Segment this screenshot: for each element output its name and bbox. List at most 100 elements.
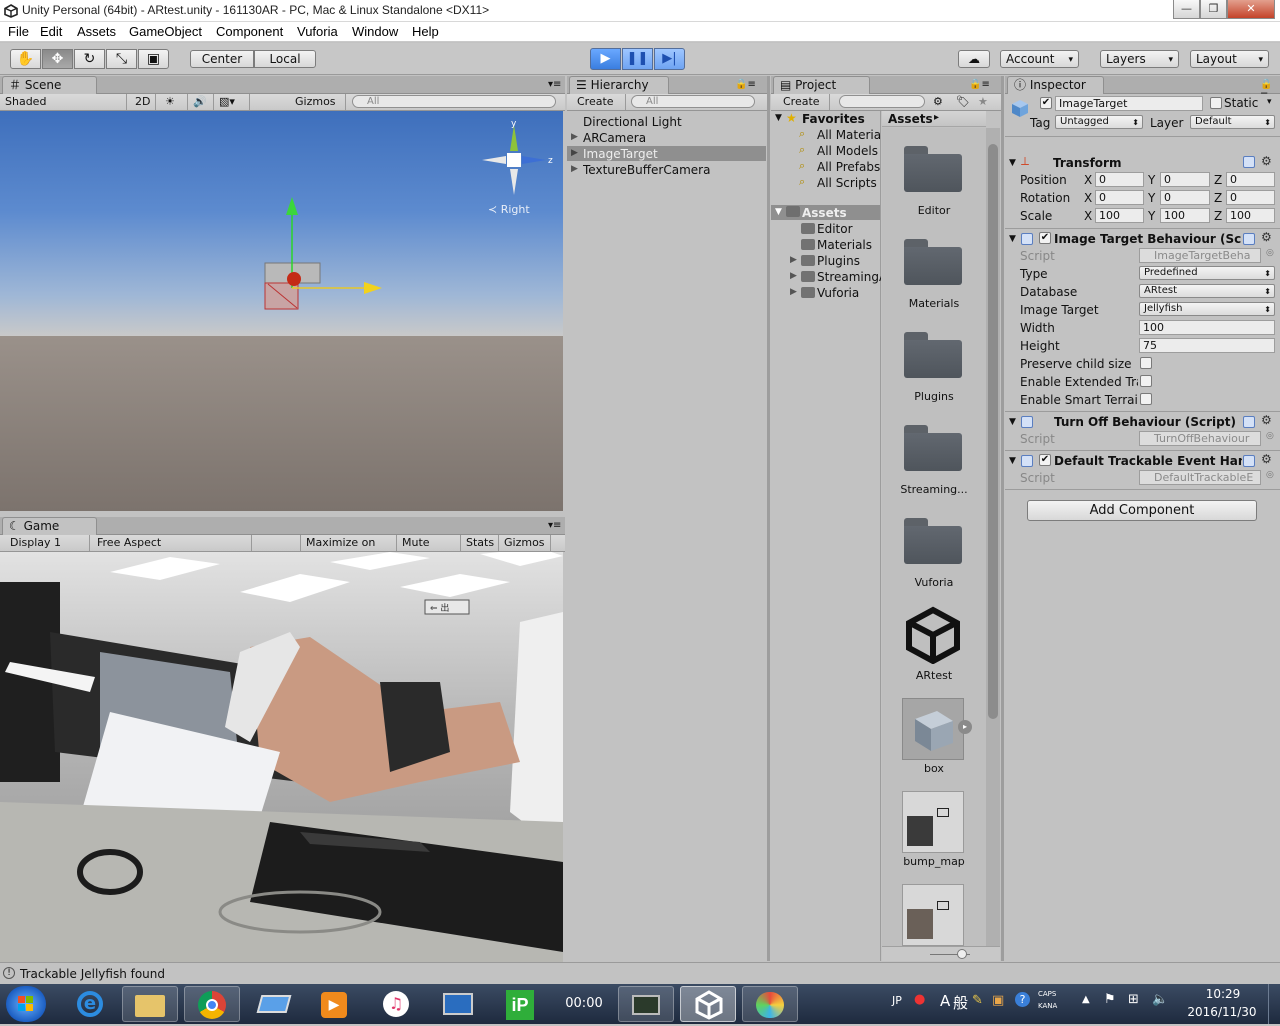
hierarchy-create-dropdown[interactable]: Create [572, 94, 626, 110]
panel-menu-icon[interactable]: ▾≡ [548, 79, 561, 90]
static-checkbox[interactable] [1210, 97, 1222, 109]
project-search-input[interactable] [839, 95, 925, 108]
move-tool-icon[interactable]: ✥ [42, 49, 73, 69]
terminal-app-icon[interactable] [618, 986, 674, 1022]
asset-editor[interactable]: Editor [882, 204, 986, 217]
image-target-dropdown[interactable]: Jellyfish [1139, 302, 1275, 316]
tab-project[interactable]: ▤ Project [773, 76, 870, 94]
layers-dropdown[interactable]: Layers [1100, 50, 1179, 68]
expand-arrow-icon[interactable]: ▶ [571, 132, 578, 142]
assets-folder-label[interactable]: Assets [802, 205, 880, 221]
start-button-icon[interactable] [6, 986, 46, 1022]
display-dropdown[interactable]: Display 1 [5, 535, 90, 551]
menu-file[interactable]: File [8, 22, 29, 41]
hierarchy-search-input[interactable]: All [631, 95, 755, 108]
scale-y-input[interactable]: 100 [1160, 208, 1210, 223]
gear-icon[interactable]: ⚙ [1261, 154, 1272, 168]
clock-time[interactable]: 10:29 [1188, 987, 1258, 1001]
menu-edit[interactable]: Edit [40, 22, 62, 41]
type-dropdown[interactable]: Predefined [1139, 266, 1275, 280]
hand-tool-icon[interactable]: ✋ [10, 49, 41, 69]
favorite-all-scripts[interactable]: All Scripts [817, 175, 881, 191]
icon-size-slider[interactable] [957, 949, 967, 959]
expand-arrow-icon[interactable]: ▶ [571, 164, 578, 174]
object-picker-icon[interactable]: ◎ [1266, 470, 1274, 480]
favorite-star-icon[interactable]: ★ [978, 94, 988, 110]
panel-divider[interactable] [767, 76, 770, 961]
active-checkbox[interactable]: ✔ [1040, 97, 1052, 109]
status-message[interactable]: Trackable Jellyfish found [20, 967, 165, 981]
timer-app-icon[interactable]: 00:00 [556, 986, 612, 1022]
ime-tools-icon[interactable]: ▣ [992, 993, 1004, 1008]
expand-arrow-icon[interactable]: ▼ [775, 113, 782, 123]
menu-vuforia[interactable]: Vuforia [297, 22, 338, 41]
itunes-icon[interactable]: ♫ [368, 986, 424, 1022]
asset-vuforia[interactable]: Vuforia [882, 576, 986, 589]
action-center-flag-icon[interactable]: ⚑ [1104, 992, 1116, 1007]
asset-box[interactable]: box [882, 762, 986, 775]
width-input[interactable]: 100 [1139, 320, 1275, 335]
remote-desktop-icon[interactable] [246, 986, 302, 1022]
tree-folder-plugins[interactable]: Plugins [817, 253, 881, 269]
expand-arrow-icon[interactable]: ▶ [571, 148, 578, 158]
scale-x-input[interactable]: 100 [1095, 208, 1144, 223]
hierarchy-item-arcamera[interactable]: ARCamera [583, 130, 763, 146]
foldout-arrow-icon[interactable]: ▼ [1009, 456, 1016, 466]
view-mode-label[interactable]: ≺ Right [488, 203, 530, 216]
ime-help-icon[interactable]: ? [1015, 992, 1030, 1007]
static-dropdown-icon[interactable]: ▾ [1267, 97, 1272, 107]
rotate-tool-icon[interactable]: ↻ [74, 49, 105, 69]
tab-scene[interactable]: ＃ Scene [2, 76, 97, 94]
favorite-all-models[interactable]: All Models [817, 143, 881, 159]
effects-dropdown-icon[interactable]: ▧▾ [214, 94, 250, 110]
audio-toggle-icon[interactable]: 🔊 [188, 94, 214, 110]
tob-script-field[interactable]: TurnOffBehaviour [1139, 431, 1261, 446]
position-y-input[interactable]: 0 [1160, 172, 1210, 187]
tree-folder-vuforia[interactable]: Vuforia [817, 285, 881, 301]
menu-window[interactable]: Window [352, 22, 398, 41]
menu-component[interactable]: Component [216, 22, 283, 41]
tree-folder-editor[interactable]: Editor [817, 221, 881, 237]
asset-plugins[interactable]: Plugins [882, 390, 986, 403]
favorite-all-prefabs[interactable]: All Prefabs [817, 159, 881, 175]
ime-conversion-mode[interactable]: 般 [953, 992, 968, 1013]
favorites-label[interactable]: Favorites [802, 111, 882, 127]
pivot-center-button[interactable]: Center [190, 50, 254, 68]
chrome-icon[interactable] [184, 986, 240, 1022]
media-player-icon[interactable]: ▶ [306, 986, 362, 1022]
y-axis-arrow-icon[interactable] [286, 197, 298, 215]
rotation-x-input[interactable]: 0 [1095, 190, 1144, 205]
maximize-button[interactable]: ❐ [1200, 0, 1227, 19]
ime-pad-icon[interactable]: ● [914, 992, 925, 1007]
ip-messenger-icon[interactable]: iP [492, 986, 548, 1022]
add-component-button[interactable]: Add Component [1027, 500, 1257, 521]
maximize-on-play-toggle[interactable]: Maximize on Play [300, 535, 397, 564]
position-z-input[interactable]: 0 [1226, 172, 1275, 187]
scale-tool-icon[interactable]: ⤡ [106, 49, 137, 69]
help-book-icon[interactable] [1243, 156, 1255, 168]
rotation-y-input[interactable]: 0 [1160, 190, 1210, 205]
panel-divider[interactable] [1001, 76, 1004, 961]
filter-by-type-icon[interactable]: ⚙ [933, 94, 943, 110]
component-enabled-checkbox[interactable]: ✔ [1039, 454, 1051, 466]
language-indicator[interactable]: JP [892, 994, 902, 1007]
ime-dictionary-icon[interactable]: ✎ [972, 993, 983, 1008]
rect-tool-icon[interactable]: ▣ [138, 49, 169, 69]
step-button[interactable]: ▶| [654, 48, 685, 70]
scale-z-input[interactable]: 100 [1226, 208, 1275, 223]
gear-icon[interactable]: ⚙ [1261, 230, 1272, 244]
panel-lock-icon[interactable]: 🔒≡ [969, 79, 990, 90]
internet-explorer-icon[interactable]: e [62, 986, 118, 1022]
menu-assets[interactable]: Assets [77, 22, 116, 41]
tree-folder-materials[interactable]: Materials [817, 237, 881, 253]
unity-taskbar-icon[interactable] [680, 986, 736, 1022]
component-enabled-checkbox[interactable]: ✔ [1039, 232, 1051, 244]
x-axis-arrow-icon[interactable] [364, 282, 382, 294]
minimize-button[interactable]: — [1173, 0, 1200, 19]
tab-inspector[interactable]: ⓘ Inspector [1007, 76, 1104, 94]
layer-dropdown[interactable]: Default [1190, 115, 1275, 129]
tab-game[interactable]: ☾ Game [2, 517, 97, 535]
show-hidden-icons-icon[interactable]: ▲ [1082, 994, 1090, 1005]
stats-toggle[interactable]: Stats [461, 535, 499, 551]
tab-hierarchy[interactable]: ☰ Hierarchy [569, 76, 669, 94]
